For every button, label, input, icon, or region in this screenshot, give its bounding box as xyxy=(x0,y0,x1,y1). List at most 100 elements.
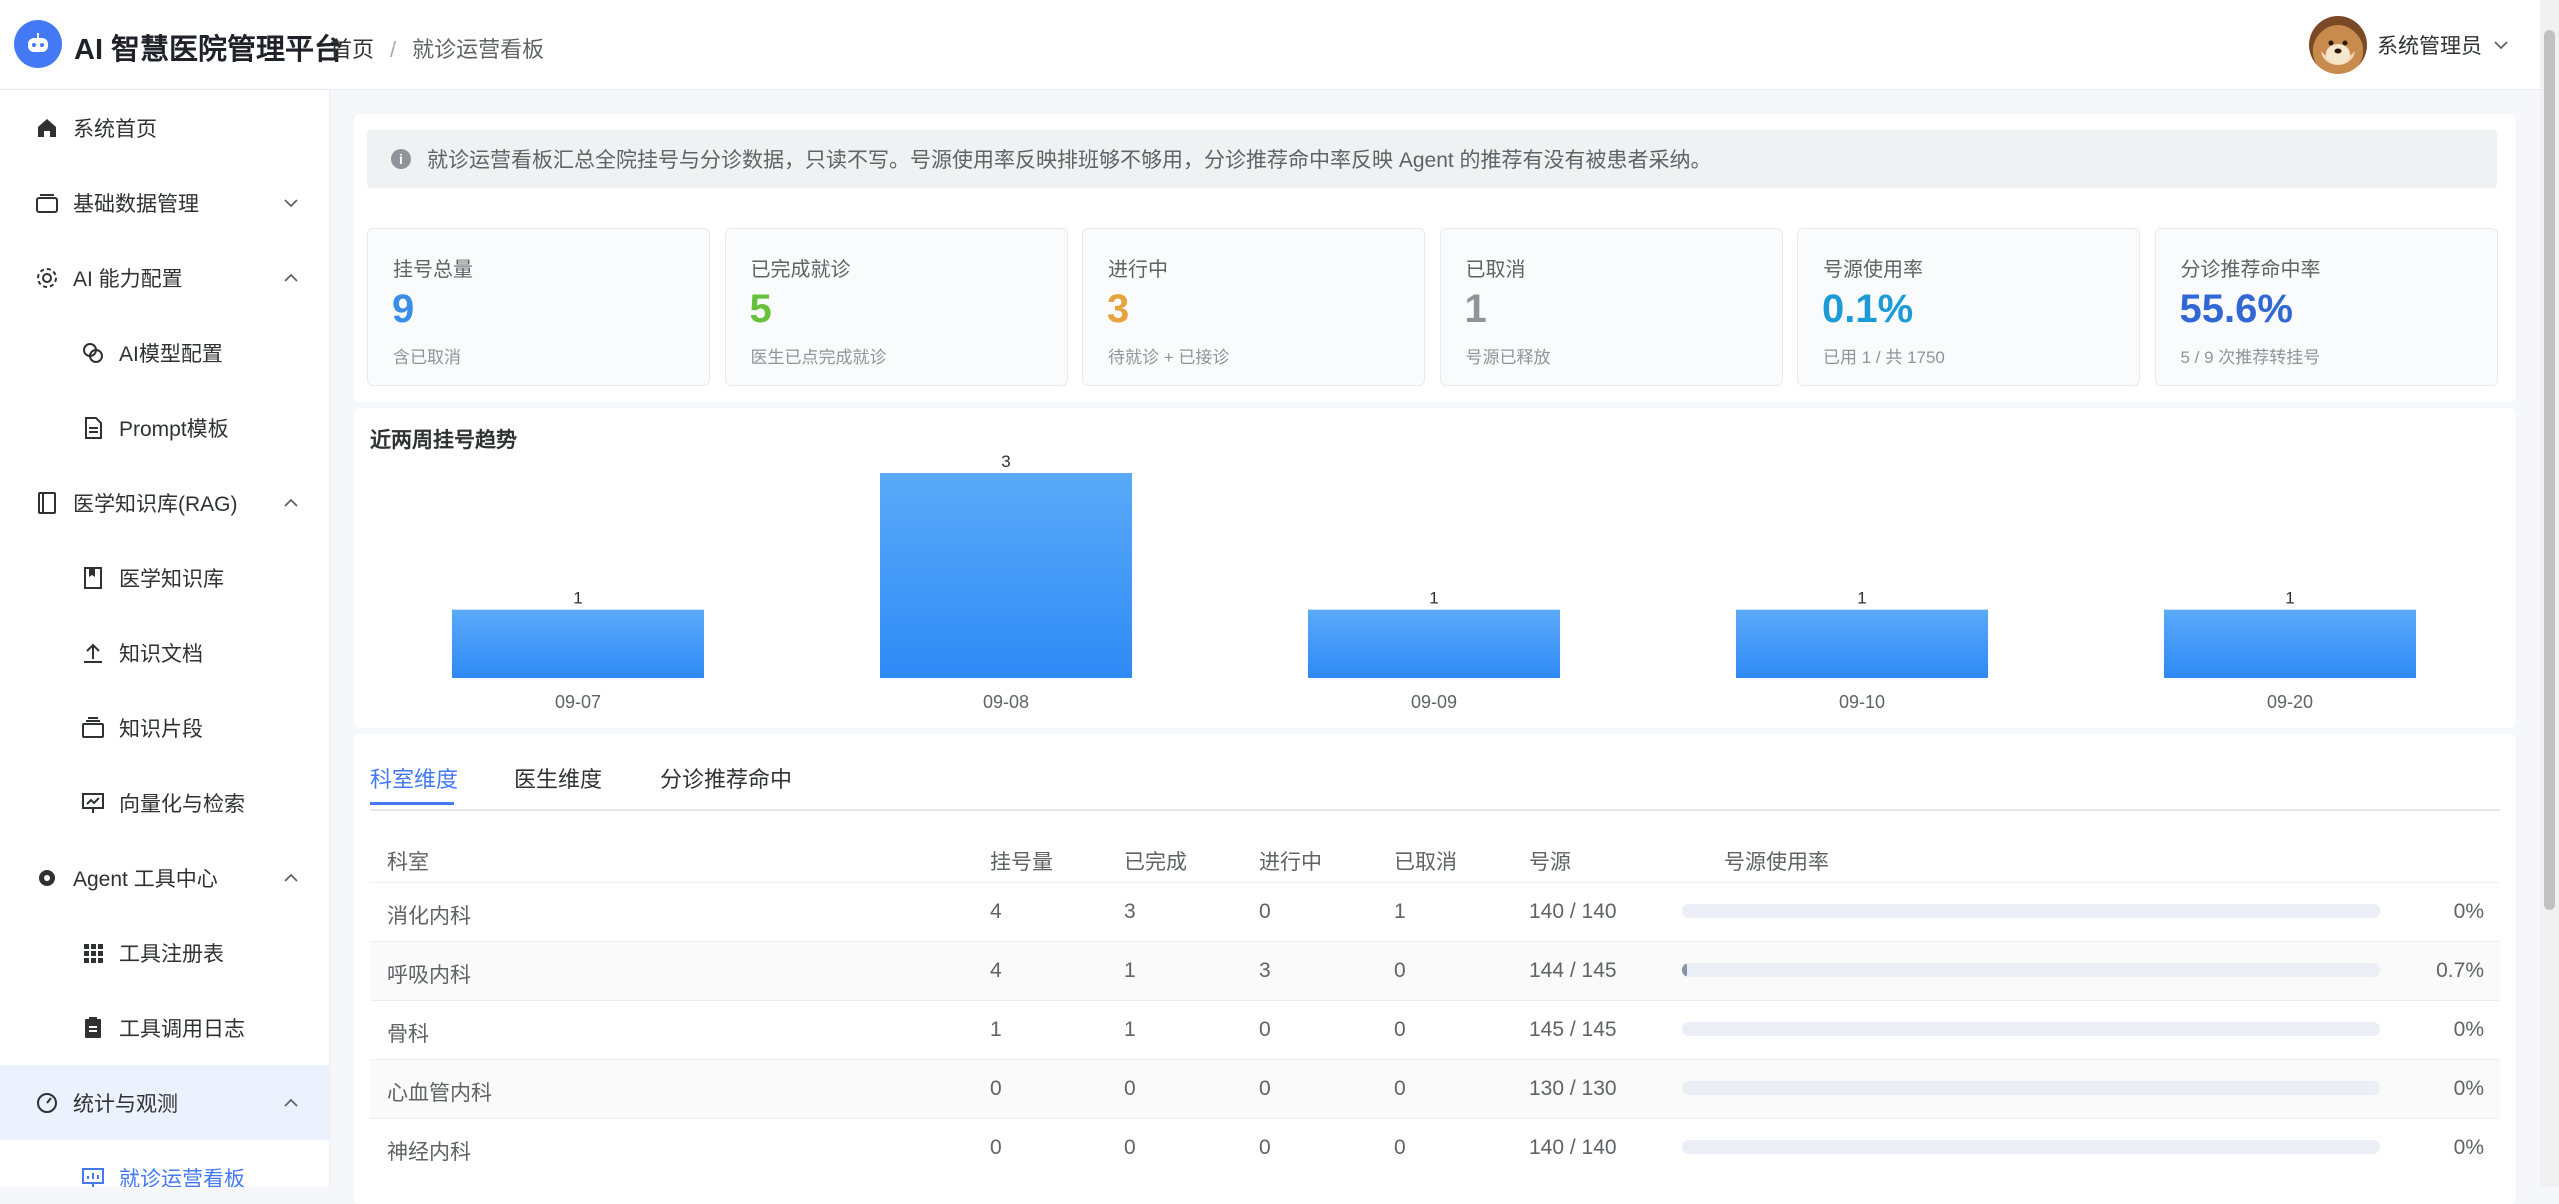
chart-bar[interactable] xyxy=(2164,609,2416,678)
table-cell: 0 xyxy=(1259,900,1271,923)
stat-value: 55.6% xyxy=(2179,287,2293,331)
sidebar-item[interactable]: 医学知识库(RAG) xyxy=(0,465,329,540)
robot-logo-icon[interactable] xyxy=(14,20,62,68)
usage-progress-bar xyxy=(1682,963,2380,977)
sidebar-item[interactable]: 工具调用日志 xyxy=(0,990,329,1065)
usage-progress-bar xyxy=(1682,1022,2380,1036)
breadcrumb-home-link[interactable]: 首页 xyxy=(330,37,374,62)
table-header-cell: 已完成 xyxy=(1124,851,1187,874)
chart-bar[interactable] xyxy=(1308,609,1560,678)
sidebar-item[interactable]: Prompt模板 xyxy=(0,390,329,465)
sidebar-item-label: 工具调用日志 xyxy=(119,1017,245,1041)
sidebar-item[interactable]: 向量化与检索 xyxy=(0,765,329,840)
gauge-icon xyxy=(34,1090,60,1116)
table-header-cell: 已取消 xyxy=(1394,851,1457,874)
user-name[interactable]: 系统管理员 xyxy=(2377,30,2482,60)
breadcrumb-separator: / xyxy=(390,37,397,62)
chevron-up-icon[interactable] xyxy=(282,494,300,512)
avatar[interactable] xyxy=(2309,16,2367,74)
sidebar-item-label: AI模型配置 xyxy=(119,342,223,366)
table-cell: 0 xyxy=(1259,1136,1271,1159)
table-row[interactable]: 心血管内科 0 0 0 0 130 / 130 0% xyxy=(370,1059,2500,1118)
stat-value: 1 xyxy=(1464,287,1487,331)
table-cell: 0 xyxy=(1259,1018,1271,1041)
sidebar-item[interactable]: 基础数据管理 xyxy=(0,165,329,240)
stat-caption: 号源已释放 xyxy=(1465,348,1551,367)
chart-data-label: 1 xyxy=(1857,589,1866,608)
cog-icon xyxy=(34,865,60,891)
folder-icon xyxy=(34,190,60,216)
usage-progress-bar xyxy=(1682,1081,2380,1095)
stat-value: 3 xyxy=(1107,287,1130,331)
home-icon xyxy=(34,115,60,141)
chart-bar[interactable] xyxy=(452,609,704,678)
stat-label: 已取消 xyxy=(1465,259,1526,281)
table-row[interactable]: 呼吸内科 4 1 3 0 144 / 145 0.7% xyxy=(370,941,2500,1000)
main-content: i 就诊运营看板汇总全院挂号与分诊数据，只读不写。号源使用率反映排班够不够用，分… xyxy=(330,90,2540,1204)
sidebar: 系统首页 基础数据管理 AI 能力配置 AI模型配置 Prompt模板 医学知识库(RAG… xyxy=(0,90,330,1187)
table-row[interactable]: 消化内科 4 3 0 1 140 / 140 0% xyxy=(370,882,2500,941)
chart-icon xyxy=(80,1165,106,1187)
trend-chart-card: 近两周挂号趋势 1 09-07 3 09-08 1 09-09 1 09-10 1 09-20 xyxy=(354,408,2516,728)
sidebar-item[interactable]: 医学知识库 xyxy=(0,540,329,615)
tab[interactable]: 医生维度 xyxy=(514,762,602,794)
table-row[interactable]: 神经内科 0 0 0 0 140 / 140 0% xyxy=(370,1118,2500,1177)
notice-card: i 就诊运营看板汇总全院挂号与分诊数据，只读不写。号源使用率反映排班够不够用，分… xyxy=(354,114,2516,226)
table-header-cell: 进行中 xyxy=(1259,851,1322,874)
chart-x-tick-label: 09-09 xyxy=(1411,692,1457,712)
usage-percentage: 0% xyxy=(2453,1136,2484,1159)
table-cell: 0 xyxy=(1394,1018,1406,1041)
table-cell: 0 xyxy=(1124,1136,1136,1159)
sidebar-item[interactable]: 知识文档 xyxy=(0,615,329,690)
chart-data-label: 1 xyxy=(2285,589,2294,608)
table-cell: 骨科 xyxy=(387,1023,429,1046)
book-icon xyxy=(80,565,106,591)
stat-caption: 已用 1 / 共 1750 xyxy=(1823,348,1945,367)
table-cell: 0 xyxy=(1124,1077,1136,1100)
grid-icon xyxy=(80,940,106,966)
chart-x-tick-label: 09-08 xyxy=(983,692,1029,712)
sidebar-item[interactable]: 知识片段 xyxy=(0,690,329,765)
sidebar-item[interactable]: 就诊运营看板 xyxy=(0,1140,329,1187)
user-menu[interactable]: 系统管理员 xyxy=(2309,16,2510,74)
scrollbar-thumb[interactable] xyxy=(2544,30,2555,910)
info-icon: i xyxy=(391,149,411,169)
stat-card: 分诊推荐命中率 55.6% 5 / 9 次推荐转挂号 xyxy=(2154,228,2498,386)
tab[interactable]: 分诊推荐命中 xyxy=(660,762,792,794)
table-row[interactable]: 骨科 1 1 0 0 145 / 145 0% xyxy=(370,1000,2500,1059)
chevron-down-icon[interactable] xyxy=(282,194,300,212)
sidebar-item-label: 工具注册表 xyxy=(119,942,224,966)
page-scrollbar[interactable] xyxy=(2540,0,2559,1187)
stat-card: 已完成就诊 5 医生已点完成就诊 xyxy=(724,228,1068,386)
sidebar-item[interactable]: 系统首页 xyxy=(0,90,329,165)
stat-label: 分诊推荐命中率 xyxy=(2180,259,2321,281)
usage-progress-bar xyxy=(1682,1140,2380,1154)
table-cell: 140 / 140 xyxy=(1529,900,1617,923)
table-cell: 神经内科 xyxy=(387,1141,471,1164)
chevron-down-icon[interactable] xyxy=(2492,36,2510,54)
chart-bar[interactable] xyxy=(1736,609,1988,678)
chart-bar[interactable] xyxy=(880,473,1132,678)
table-cell: 0 xyxy=(990,1077,1002,1100)
table-cell: 0 xyxy=(1394,1136,1406,1159)
sidebar-item[interactable]: 统计与观测 xyxy=(0,1065,329,1140)
tab[interactable]: 科室维度 xyxy=(370,762,458,805)
stat-value: 0.1% xyxy=(1822,287,1914,331)
table-cell: 1 xyxy=(1124,959,1136,982)
stat-caption: 含已取消 xyxy=(393,348,461,367)
table-cell: 130 / 130 xyxy=(1529,1077,1617,1100)
sidebar-item[interactable]: AI模型配置 xyxy=(0,315,329,390)
chevron-up-icon[interactable] xyxy=(282,269,300,287)
table-cell: 0 xyxy=(1394,1077,1406,1100)
chevron-up-icon[interactable] xyxy=(282,1094,300,1112)
info-alert-text: 就诊运营看板汇总全院挂号与分诊数据，只读不写。号源使用率反映排班够不够用，分诊推… xyxy=(427,149,1712,172)
sidebar-item-label: 知识片段 xyxy=(119,717,203,741)
chevron-up-icon[interactable] xyxy=(282,869,300,887)
stat-caption: 医生已点完成就诊 xyxy=(750,348,887,367)
sidebar-item[interactable]: AI 能力配置 xyxy=(0,240,329,315)
table-cell: 呼吸内科 xyxy=(387,964,471,987)
stat-label: 进行中 xyxy=(1108,259,1168,281)
sidebar-item[interactable]: Agent 工具中心 xyxy=(0,840,329,915)
sidebar-item[interactable]: 工具注册表 xyxy=(0,915,329,990)
tab-label: 分诊推荐命中 xyxy=(660,767,793,792)
